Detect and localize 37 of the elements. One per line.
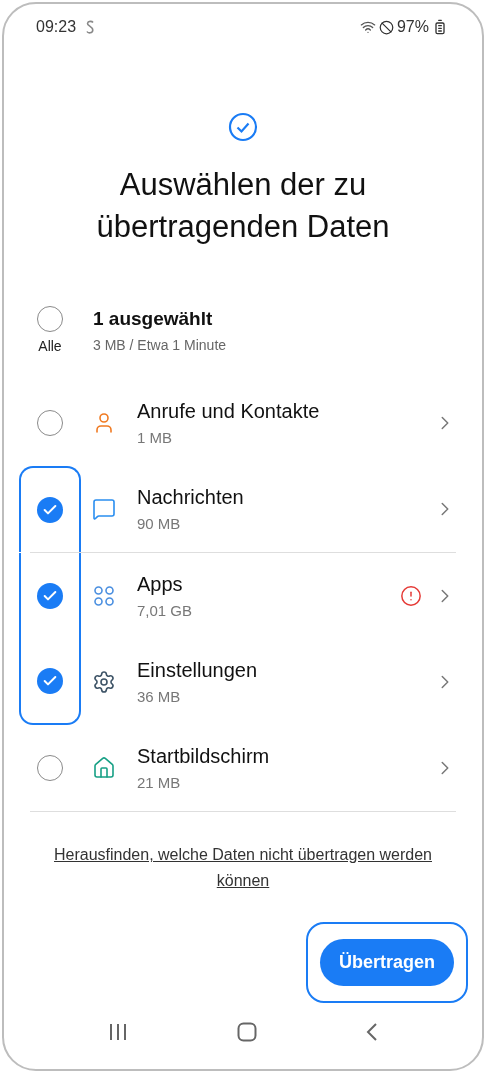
wifi-icon xyxy=(359,19,376,35)
category-name: Apps xyxy=(137,573,184,596)
battery-icon xyxy=(432,19,448,35)
category-size: 7,01 GB xyxy=(137,602,194,619)
warning-icon xyxy=(400,585,422,607)
select-all-checkbox[interactable] xyxy=(37,306,63,332)
category-checkbox[interactable] xyxy=(37,410,63,436)
clock-time: 09:23 xyxy=(36,18,77,36)
back-icon[interactable] xyxy=(365,1022,378,1042)
selection-detail: 3 MB / Etwa 1 Minute xyxy=(93,337,227,353)
home-icon xyxy=(92,756,116,780)
category-name: Anrufe und Kontakte xyxy=(137,400,321,423)
category-checkbox[interactable] xyxy=(37,583,63,609)
check-circle-icon xyxy=(228,112,258,142)
page-title: Auswählen der zu übertragenden Daten xyxy=(95,166,391,246)
chat-bubble-icon xyxy=(92,497,116,521)
settings-icon xyxy=(92,670,116,694)
category-name: Startbildschirm xyxy=(137,745,271,768)
sync-icon xyxy=(85,19,96,35)
home-button-icon[interactable] xyxy=(237,1022,257,1042)
transfer-button[interactable]: Übertragen xyxy=(319,939,454,986)
category-size: 1 MB xyxy=(137,429,173,446)
do-not-disturb-icon xyxy=(378,19,394,35)
category-name: Einstellungen xyxy=(137,659,259,682)
recent-apps-icon[interactable] xyxy=(108,1023,129,1041)
category-checkbox[interactable] xyxy=(37,668,63,694)
category-size: 21 MB xyxy=(137,774,182,791)
category-size: 36 MB xyxy=(137,688,182,705)
category-checkbox[interactable] xyxy=(37,755,63,781)
battery-percent: 97% xyxy=(396,18,429,36)
category-checkbox[interactable] xyxy=(37,497,63,523)
select-all-label: Alle xyxy=(38,338,62,354)
category-size: 90 MB xyxy=(137,515,182,532)
info-link[interactable]: Herausfinden, welche Daten nicht übertragen werden können xyxy=(34,842,452,894)
category-name: Nachrichten xyxy=(137,486,245,509)
selection-summary: 1 ausgewählt xyxy=(93,308,214,330)
apps-grid-icon xyxy=(92,584,116,608)
